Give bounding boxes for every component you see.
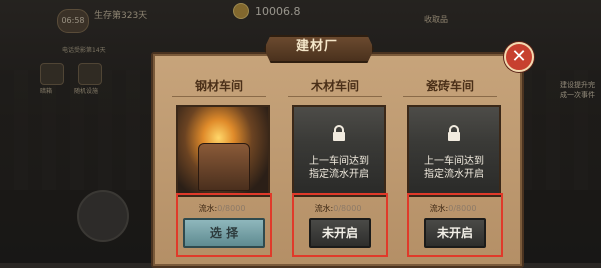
lock-hint-line2: 指定流水开启	[309, 169, 369, 180]
flow-value: 0/8000	[217, 204, 246, 213]
lock-hint-line1: 上一车间达到	[309, 156, 369, 167]
lock-hint-line1: 上一车间达到	[424, 156, 484, 167]
workshop-steel-image[interactable]	[176, 105, 270, 197]
flow-value: 0/8000	[448, 204, 477, 213]
close-button[interactable]: ✕	[504, 42, 534, 72]
furnace-illustration	[198, 143, 250, 191]
lock-hint-line2: 指定流水开启	[424, 169, 484, 180]
wood-flow: 流水:0/8000	[292, 203, 384, 214]
tile-flow: 流水:0/8000	[407, 203, 499, 214]
flow-value: 0/8000	[333, 204, 362, 213]
flow-label: 流水:	[198, 204, 218, 213]
workshop-tile-image: 上一车间达到 指定流水开启	[407, 105, 501, 197]
steel-flow: 流水:0/8000	[176, 203, 268, 214]
workshop-steel-title: 钢材车间	[172, 76, 266, 97]
not-open-button[interactable]: 未开启	[424, 218, 486, 248]
select-button[interactable]: 选 择	[183, 218, 265, 248]
close-icon: ✕	[511, 46, 527, 67]
not-open-button[interactable]: 未开启	[309, 218, 371, 248]
flow-label: 流水:	[429, 204, 449, 213]
lock-icon	[333, 125, 345, 141]
flow-label: 流水:	[314, 204, 334, 213]
workshop-wood-image: 上一车间达到 指定流水开启	[292, 105, 386, 197]
lock-icon	[448, 125, 460, 141]
workshop-tile-title: 瓷砖车间	[403, 76, 497, 97]
modal-title: 建材厂	[295, 39, 338, 54]
workshop-wood-title: 木材车间	[288, 76, 382, 97]
